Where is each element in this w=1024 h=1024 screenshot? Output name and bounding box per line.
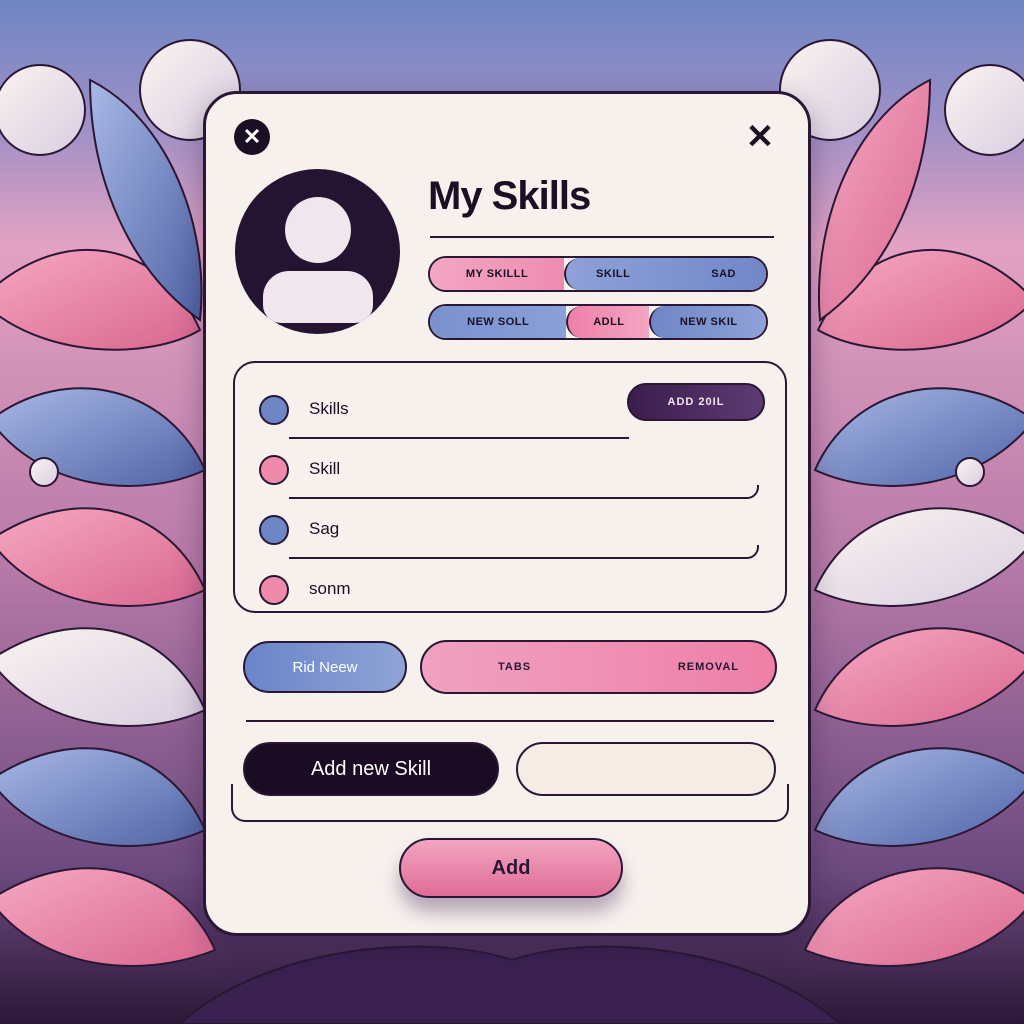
- skill-dot-icon: [259, 395, 289, 425]
- skill-dot-icon: [259, 455, 289, 485]
- list-item[interactable]: Sag: [259, 509, 759, 559]
- tab-new-soll[interactable]: NEW SOLL: [430, 306, 567, 338]
- row-divider: [289, 425, 629, 439]
- list-item[interactable]: sonm: [259, 569, 759, 609]
- skill-dot-icon: [259, 575, 289, 605]
- tab-group-2: NEW SOLL ADLL NEW SKIL: [428, 304, 768, 340]
- tabs-removal-button[interactable]: TABS REMOVAL: [420, 640, 777, 694]
- tab-adll[interactable]: ADLL: [566, 306, 650, 338]
- skills-dialog: ✕ ✕ My Skills MY SKILLL SKILL SAD NEW SO…: [203, 91, 811, 936]
- list-item[interactable]: Skill: [259, 449, 759, 499]
- skills-list: ADD 20IL Skills Skill Sag sonm: [233, 361, 787, 613]
- avatar-head-icon: [285, 197, 351, 263]
- skill-label: Skills: [309, 399, 349, 418]
- skill-label: sonm: [309, 579, 351, 598]
- dismiss-icon[interactable]: ✕: [742, 119, 778, 155]
- add-button[interactable]: Add: [399, 838, 623, 898]
- close-icon[interactable]: ✕: [234, 119, 270, 155]
- tab-sad[interactable]: SAD: [711, 268, 736, 280]
- tab-group-1: MY SKILLL SKILL SAD: [428, 256, 768, 292]
- removal-label: REMOVAL: [677, 661, 739, 673]
- row-divider: [289, 545, 759, 559]
- title-divider: [430, 236, 774, 238]
- tab-skill-group: SKILL SAD: [564, 258, 766, 290]
- row-divider: [289, 485, 759, 499]
- list-item[interactable]: Skills: [259, 389, 759, 439]
- add-new-skill-button[interactable]: Add new Skill: [243, 742, 499, 796]
- page-title: My Skills: [428, 174, 591, 218]
- section-divider: [246, 720, 774, 722]
- new-skill-input[interactable]: [516, 742, 776, 796]
- tabs-label: TABS: [498, 661, 532, 673]
- avatar-body-icon: [263, 271, 373, 323]
- avatar[interactable]: [235, 169, 400, 334]
- tab-my-skill[interactable]: MY SKILLL: [430, 258, 565, 290]
- find-new-button[interactable]: Rid Neew: [243, 641, 407, 693]
- tab-skill[interactable]: SKILL: [596, 268, 630, 280]
- skill-label: Skill: [309, 459, 341, 478]
- tab-new-skil[interactable]: NEW SKIL: [649, 306, 766, 338]
- skill-label: Sag: [309, 519, 340, 538]
- skill-dot-icon: [259, 515, 289, 545]
